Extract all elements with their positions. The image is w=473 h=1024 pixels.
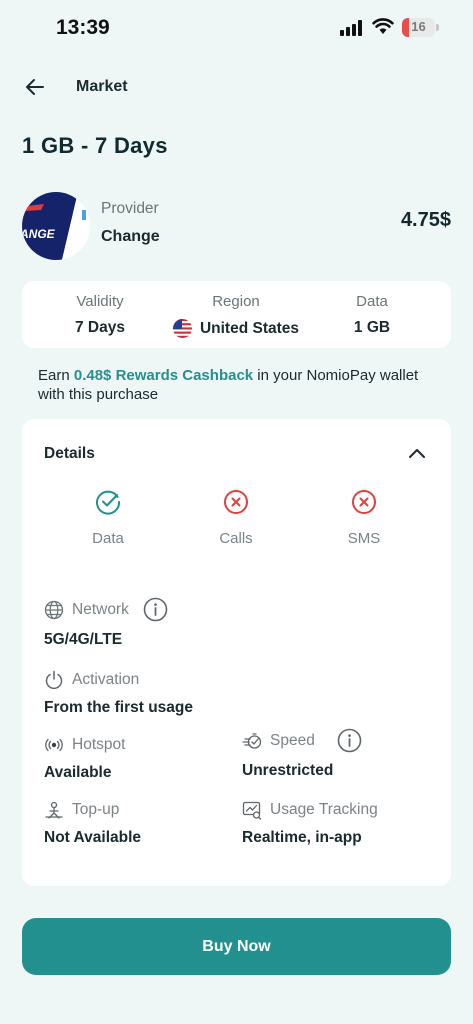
battery-icon: 16: [402, 18, 435, 37]
region-column: Region United States: [162, 293, 310, 338]
x-circle-icon: [224, 490, 248, 514]
topup-value: Not Available: [44, 829, 142, 846]
cashback-amount: 0.48$ Rewards Cashback: [73, 367, 254, 384]
battery-level: 16: [411, 19, 426, 34]
usage-tracking-value: Realtime, in-app: [242, 829, 362, 846]
cashback-prefix: Earn: [38, 367, 74, 384]
us-flag-icon: [172, 319, 192, 338]
cellular-signal-icon: [340, 20, 366, 36]
status-bar: 13:39 16: [0, 0, 473, 56]
activation-info: Activation From the first usage: [44, 670, 193, 717]
validity-column: Validity 7 Days: [50, 293, 150, 337]
usage-tracking-info: Usage Tracking Realtime, in-app: [242, 800, 378, 847]
activation-value: From the first usage: [44, 699, 193, 716]
network-value: 5G/4G/LTE: [44, 631, 123, 648]
topup-icon: [45, 801, 63, 819]
arrow-left-icon[interactable]: [22, 74, 48, 100]
page-header-title: Market: [76, 78, 128, 95]
info-icon[interactable]: [337, 728, 362, 753]
globe-icon: [44, 600, 64, 619]
provider-logo: ANGE: [22, 192, 90, 260]
hotspot-icon: [45, 738, 63, 752]
battery-cap: [436, 24, 439, 31]
speed-info: Speed Unrestricted: [242, 728, 362, 780]
wifi-icon: [372, 18, 394, 34]
validity-label: Validity: [76, 293, 124, 310]
cashback-message: Earn 0.48$ Rewards Cashback in your Nomi…: [38, 366, 448, 404]
usage-chart-icon: [242, 801, 262, 820]
x-circle-icon: [352, 490, 376, 514]
hotspot-label: Hotspot: [72, 736, 126, 753]
details-title: Details: [44, 445, 95, 462]
provider-label: Provider: [101, 200, 159, 217]
validity-value: 7 Days: [75, 319, 125, 336]
details-card: Details Data Calls SMS Network 5G/4G/LTE…: [22, 419, 451, 886]
feature-sms: SMS: [324, 489, 404, 547]
network-label: Network: [72, 600, 129, 618]
feature-sms-label: SMS: [347, 530, 381, 547]
check-circle-icon: [96, 490, 121, 515]
info-icon[interactable]: [143, 597, 168, 622]
topup-info: Top-up Not Available: [44, 800, 141, 847]
usage-tracking-label: Usage Tracking: [270, 801, 378, 818]
plan-title: 1 GB - 7 Days: [22, 133, 168, 158]
region-label: Region: [212, 293, 260, 310]
data-label: Data: [356, 293, 388, 310]
hotspot-value: Available: [44, 764, 112, 781]
provider-name: Change: [101, 228, 160, 245]
provider-logo-text: ANGE: [22, 227, 56, 241]
feature-calls: Calls: [196, 489, 276, 547]
buy-now-button[interactable]: Buy Now: [22, 918, 451, 975]
speed-value: Unrestricted: [242, 762, 334, 779]
speed-icon: [242, 732, 262, 749]
chevron-up-icon[interactable]: [406, 443, 428, 465]
feature-data-label: Data: [92, 530, 124, 547]
hotspot-info: Hotspot Available: [44, 735, 125, 782]
feature-data: Data: [68, 489, 148, 547]
data-value: 1 GB: [353, 319, 391, 336]
activation-label: Activation: [72, 671, 140, 688]
topup-label: Top-up: [72, 801, 120, 818]
region-value: United States: [199, 319, 300, 337]
plan-summary-card: Validity 7 Days Region United States Dat…: [22, 281, 451, 348]
status-time: 13:39: [56, 16, 110, 39]
plan-price: 4.75$: [400, 209, 451, 231]
data-column: Data 1 GB: [322, 293, 422, 337]
power-icon: [45, 670, 63, 690]
network-info: Network 5G/4G/LTE: [44, 597, 168, 649]
speed-label: Speed: [270, 731, 315, 749]
feature-calls-label: Calls: [219, 530, 253, 547]
